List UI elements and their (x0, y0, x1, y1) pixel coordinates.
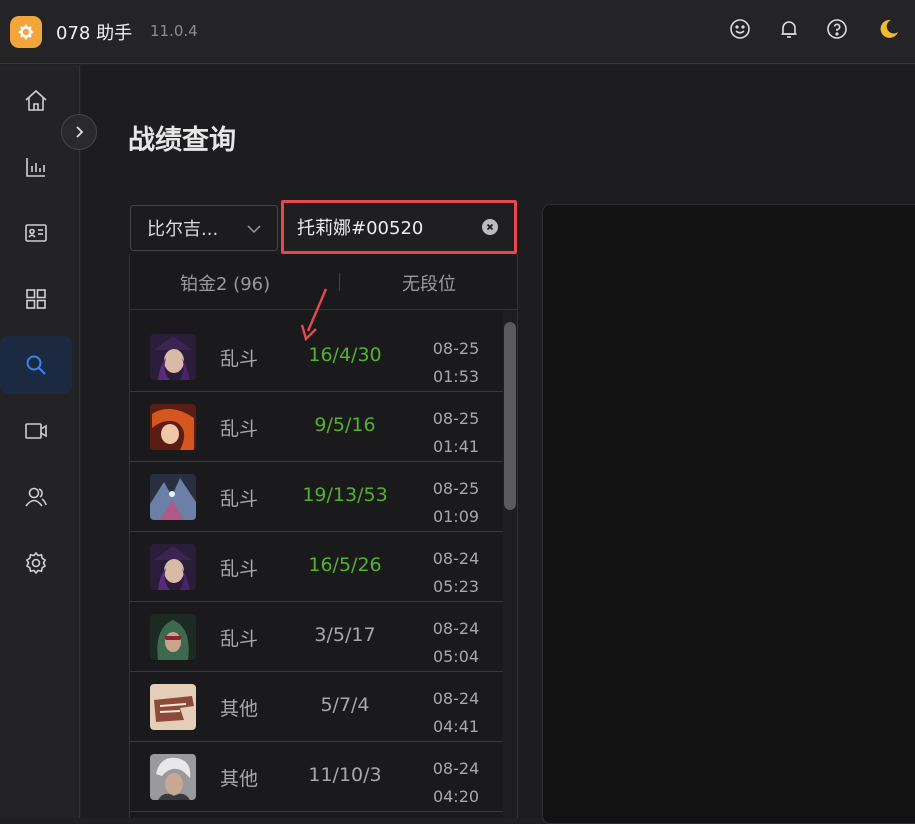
sidebar-toggle-button[interactable] (61, 114, 97, 150)
video-icon (25, 423, 47, 439)
match-datetime: 08-24 05:23 (426, 545, 486, 601)
match-time: 05:04 (432, 647, 480, 666)
match-detail-panel (542, 204, 915, 824)
match-mode: 乱斗 (220, 348, 259, 370)
match-date: 08-25 (432, 409, 480, 428)
title-bar: 078 助手 11.0.4 (0, 0, 915, 64)
rank-solo: 铂金2 (96) (180, 274, 271, 295)
champion-avatar (150, 684, 196, 730)
app-logo-icon (10, 16, 42, 48)
home-icon (25, 89, 47, 111)
app-name: 078 助手 (56, 23, 133, 44)
match-time: 01:09 (432, 507, 480, 526)
match-datetime: 08-25 01:09 (426, 475, 486, 531)
match-time: 01:53 (432, 367, 480, 386)
match-time: 01:41 (432, 437, 480, 456)
sidebar-item-apps[interactable] (0, 270, 72, 328)
match-time: 04:41 (432, 717, 480, 736)
moon-icon[interactable] (877, 17, 901, 41)
match-kda: 11/10/3 (308, 764, 382, 786)
help-icon[interactable] (825, 17, 849, 41)
search-icon (26, 355, 46, 375)
match-row[interactable]: 其他 5/7/4 08-24 04:41 (130, 672, 504, 742)
grid-icon (26, 289, 46, 309)
sidebar-item-profile[interactable] (0, 204, 72, 262)
rank-divider (339, 273, 340, 291)
match-datetime: 08-24 05:04 (426, 615, 486, 671)
users-icon (25, 487, 47, 507)
champion-avatar (150, 614, 196, 660)
match-mode: 乱斗 (220, 418, 259, 440)
chevron-right-icon (76, 126, 84, 138)
sidebar-item-home[interactable] (0, 72, 72, 130)
match-kda: 5/7/4 (320, 694, 370, 716)
smiley-icon[interactable] (728, 17, 752, 41)
chart-icon (26, 158, 45, 177)
sidebar-item-video[interactable] (0, 402, 72, 460)
champion-avatar (150, 334, 196, 380)
summoner-search-box (281, 200, 517, 254)
match-date: 08-25 (432, 339, 480, 358)
id-card-icon (25, 224, 47, 242)
match-kda: 3/5/17 (314, 624, 376, 646)
scrollbar[interactable] (504, 322, 516, 510)
match-kda: 9/5/16 (314, 414, 376, 436)
sidebar (0, 65, 80, 818)
champion-avatar (150, 754, 196, 800)
match-date: 08-25 (432, 479, 480, 498)
match-row[interactable]: 乱斗 3/5/17 08-24 05:04 (130, 602, 504, 672)
match-mode: 乱斗 (220, 628, 259, 650)
champion-avatar (150, 544, 196, 590)
chevron-down-icon (247, 225, 261, 234)
sidebar-item-friends[interactable] (0, 468, 72, 526)
champion-avatar (150, 474, 196, 520)
match-row[interactable]: 乱斗 19/13/53 08-25 01:09 (130, 462, 504, 532)
sidebar-item-stats[interactable] (0, 138, 72, 196)
rank-flex: 无段位 (402, 274, 456, 295)
sidebar-item-settings[interactable] (0, 534, 72, 592)
app-version: 11.0.4 (150, 22, 198, 40)
match-row[interactable]: 乱斗 9/5/16 08-25 01:41 (130, 392, 504, 462)
region-select-value: 比尔吉... (147, 219, 219, 240)
match-date: 08-24 (432, 619, 480, 638)
match-mode: 乱斗 (220, 558, 259, 580)
match-time: 04:20 (432, 787, 480, 806)
gear-icon (25, 551, 47, 575)
match-row[interactable]: 乱斗 16/5/26 08-24 05:23 (130, 532, 504, 602)
match-datetime: 08-24 04:41 (426, 685, 486, 741)
match-date: 08-24 (432, 549, 480, 568)
match-datetime: 08-24 04:20 (426, 755, 486, 811)
region-select[interactable]: 比尔吉... (130, 205, 278, 251)
match-mode: 其他 (220, 768, 259, 790)
match-kda: 16/4/30 (308, 344, 382, 366)
match-time: 05:23 (432, 577, 480, 596)
page-title: 战绩查询 (128, 125, 236, 156)
match-datetime: 08-25 01:41 (426, 405, 486, 461)
match-kda: 19/13/53 (302, 484, 388, 506)
match-date: 08-24 (432, 759, 480, 778)
match-kda: 16/5/26 (308, 554, 382, 576)
match-row[interactable]: 其他 11/10/3 08-24 04:20 (130, 742, 504, 812)
bell-icon[interactable] (777, 17, 801, 41)
match-datetime: 08-25 01:53 (426, 335, 486, 391)
match-date: 08-24 (432, 689, 480, 708)
summoner-search-input[interactable] (297, 216, 467, 238)
match-mode: 乱斗 (220, 488, 259, 510)
clear-icon[interactable] (482, 219, 498, 235)
match-mode: 其他 (220, 698, 259, 720)
annotation-arrow-icon (300, 288, 328, 342)
sidebar-item-search[interactable] (0, 336, 72, 394)
champion-avatar (150, 404, 196, 450)
